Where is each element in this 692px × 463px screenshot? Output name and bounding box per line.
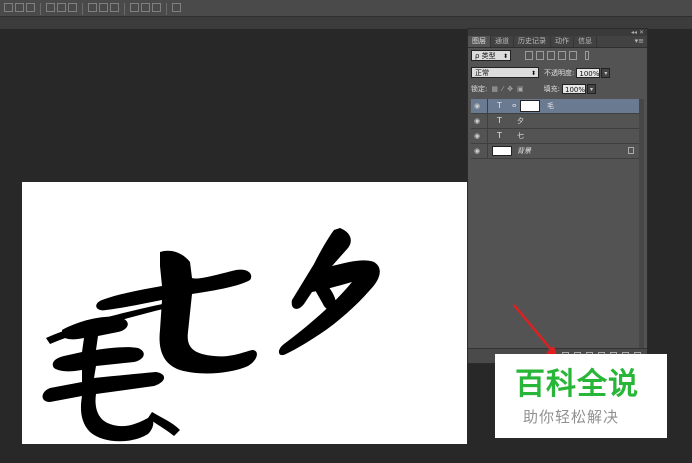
opacity-dropdown-icon[interactable]: ▾	[601, 67, 611, 78]
lock-move-icon[interactable]: ✥	[507, 85, 513, 93]
panel-menu-icon[interactable]: ▾≡	[635, 36, 644, 47]
lock-all-icon[interactable]: ▣	[517, 85, 524, 93]
divider	[166, 3, 167, 15]
fill-label: 填充:	[543, 85, 561, 93]
divider	[40, 3, 41, 15]
divider	[487, 129, 488, 143]
layer-row-xi[interactable]: ◉ T 夕	[471, 114, 642, 129]
align-left-icon[interactable]	[46, 3, 55, 12]
layer-row-background[interactable]: ◉ 背景	[471, 144, 642, 159]
layer-mask-thumbnail[interactable]	[520, 100, 540, 112]
align-hcenter-icon[interactable]	[57, 3, 66, 12]
visibility-eye-icon[interactable]: ◉	[474, 147, 482, 155]
panel-scrollbar[interactable]	[639, 99, 644, 349]
align-right-icon[interactable]	[68, 3, 77, 12]
lock-transparent-icon[interactable]: ▦	[491, 85, 498, 93]
chain-link-icon[interactable]: ⴰ	[512, 101, 517, 109]
filter-pixel-icon[interactable]	[525, 51, 533, 60]
chevron-down-icon: ⬍	[502, 53, 508, 60]
filter-text-icon[interactable]	[547, 51, 555, 60]
blend-mode-select[interactable]: 正常 ⬍	[471, 67, 539, 78]
tab-layers[interactable]: 图层	[468, 36, 491, 47]
distribute-left-icon[interactable]	[130, 3, 139, 12]
layer-name: 夕	[517, 117, 524, 125]
tab-channels[interactable]: 通道	[491, 36, 514, 47]
opacity-input[interactable]: 100%	[576, 67, 601, 78]
tab-history[interactable]: 历史记录	[514, 36, 551, 47]
chevron-down-icon: ⬍	[530, 70, 536, 77]
distribute-bottom-icon[interactable]	[110, 3, 119, 12]
tab-info[interactable]: 信息	[574, 36, 597, 47]
filter-shape-icon[interactable]	[558, 51, 566, 60]
opacity-label: 不透明度:	[544, 68, 575, 77]
layer-row-mao[interactable]: ◉ T ⴰ 毛	[471, 99, 642, 114]
divider	[124, 3, 125, 15]
distribute-right-icon[interactable]	[152, 3, 161, 12]
filter-adjust-icon[interactable]	[536, 51, 544, 60]
filter-type-value: ρ 类型	[475, 52, 496, 60]
distribute-top-icon[interactable]	[88, 3, 97, 12]
blend-row: 正常 ⬍ 不透明度: 100% ▾	[471, 67, 611, 78]
filter-smart-icon[interactable]	[569, 51, 577, 60]
text-layer-icon: T	[497, 131, 502, 140]
layer-thumbnail	[492, 146, 512, 156]
panel-titlebar: ◂◂ ✕	[468, 29, 647, 36]
divider	[487, 144, 488, 158]
align-vcenter-icon[interactable]	[15, 3, 24, 12]
watermark-box: 百科全说 助你轻松解决	[495, 354, 667, 438]
lock-label: 锁定:	[471, 85, 488, 93]
visibility-eye-icon[interactable]: ◉	[474, 117, 482, 125]
distribute-hcenter-icon[interactable]	[141, 3, 150, 12]
align-bottom-icon[interactable]	[26, 3, 35, 12]
visibility-eye-icon[interactable]: ◉	[474, 102, 482, 110]
filter-toggle-icon[interactable]	[585, 51, 589, 60]
blend-mode-value: 正常	[475, 69, 489, 77]
watermark-subtitle: 助你轻松解决	[523, 408, 620, 426]
fill-dropdown-icon[interactable]: ▾	[587, 84, 597, 94]
watermark-title: 百科全说	[515, 367, 639, 402]
align-top-icon[interactable]	[4, 3, 13, 12]
visibility-eye-icon[interactable]: ◉	[474, 132, 482, 140]
divider	[82, 3, 83, 15]
layers-list: ◉ T ⴰ 毛 ◉ T 夕 ◉ T 七 ◉ 背景	[471, 99, 642, 159]
tab-actions[interactable]: 动作	[551, 36, 574, 47]
auto-align-icon[interactable]	[172, 3, 181, 12]
layer-name: 毛	[547, 102, 554, 110]
lock-row: 锁定: ▦ ⁄ ✥ ▣ 填充: 100% ▾	[471, 84, 597, 94]
fill-input[interactable]: 100%	[562, 84, 587, 94]
divider	[487, 99, 488, 113]
panel-tabs: 图层 通道 历史记录 动作 信息 ▾≡	[468, 36, 647, 48]
filter-row: ρ 类型 ⬍	[471, 50, 589, 61]
calligraphy-artwork	[42, 228, 380, 442]
document-canvas[interactable]	[22, 182, 467, 444]
distribute-vcenter-icon[interactable]	[99, 3, 108, 12]
lock-paint-icon[interactable]: ⁄	[502, 85, 503, 93]
layer-row-qi[interactable]: ◉ T 七	[471, 129, 642, 144]
collapse-icon[interactable]: ◂◂ ✕	[631, 29, 644, 36]
filter-type-select[interactable]: ρ 类型 ⬍	[471, 50, 511, 61]
lock-icon	[628, 147, 634, 154]
text-layer-icon: T	[497, 101, 502, 110]
options-bar	[0, 0, 692, 17]
layer-name: 背景	[517, 147, 531, 155]
divider	[487, 114, 488, 128]
layer-name: 七	[517, 132, 524, 140]
text-layer-icon: T	[497, 116, 502, 125]
align-tools	[4, 3, 181, 15]
